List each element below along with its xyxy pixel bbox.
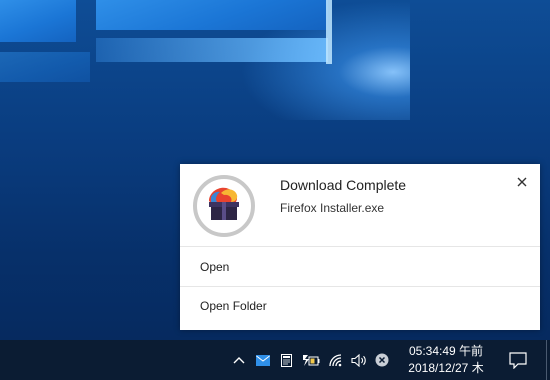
close-circle-icon[interactable]: [373, 350, 391, 370]
notification-filename: Firefox Installer.exe: [280, 201, 385, 215]
mail-icon[interactable]: [254, 350, 272, 370]
system-clock[interactable]: 05:34:49 午前 2018/12/27 木: [398, 343, 494, 377]
wallpaper-window-pane: [96, 38, 328, 62]
chevron-up-icon[interactable]: [231, 350, 247, 370]
notification-title: Download Complete: [280, 177, 407, 193]
wallpaper-window-pane: [0, 0, 76, 42]
taskbar: 05:34:49 午前 2018/12/27 木: [0, 340, 550, 380]
clock-date: 2018/12/27 木: [408, 361, 484, 375]
open-folder-button[interactable]: Open Folder: [180, 287, 540, 325]
battery-icon[interactable]: [301, 350, 321, 370]
notes-icon[interactable]: [278, 350, 294, 370]
clock-time: 05:34:49 午前: [408, 344, 484, 358]
speaker-icon[interactable]: [349, 350, 369, 370]
wallpaper-window-pane: [96, 0, 328, 30]
wifi-icon[interactable]: [327, 350, 345, 370]
wallpaper-window-pane: [0, 52, 90, 82]
wallpaper-light-beam: [326, 0, 332, 64]
divider: [180, 246, 540, 247]
firefox-download-icon: [191, 173, 257, 239]
open-button[interactable]: Open: [180, 248, 540, 286]
show-desktop-button[interactable]: [546, 340, 547, 380]
download-notification: Download Complete Firefox Installer.exe …: [180, 164, 540, 330]
action-center-icon[interactable]: [503, 348, 533, 372]
close-icon[interactable]: [512, 172, 532, 192]
